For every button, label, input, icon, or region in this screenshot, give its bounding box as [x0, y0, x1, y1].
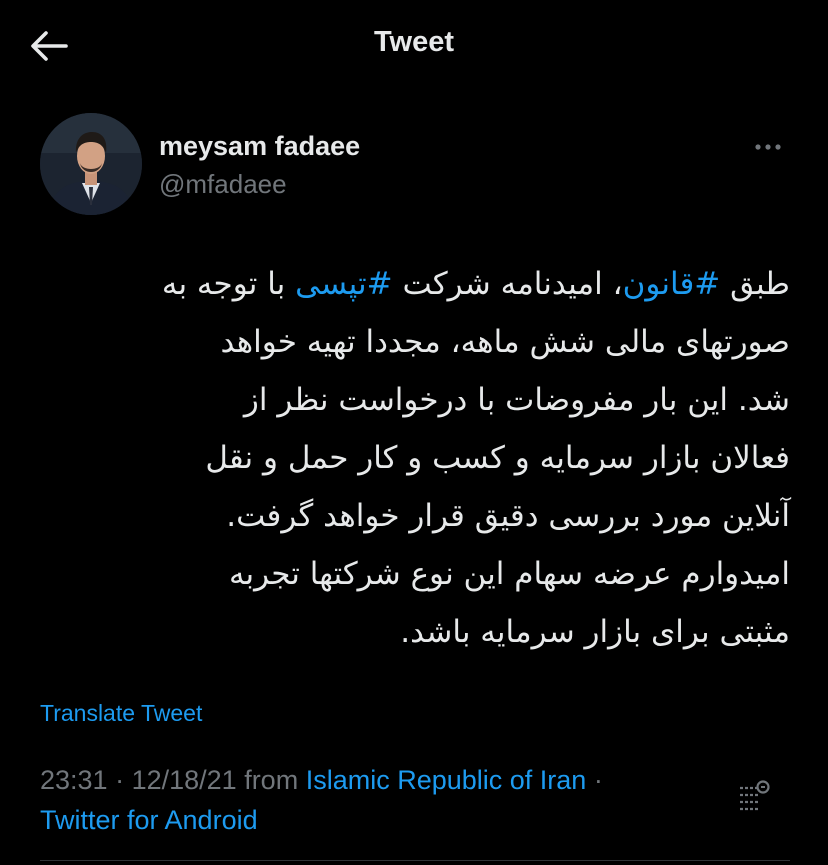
tweet-text-segment: با توجه به — [161, 266, 296, 302]
hashtag-link[interactable]: #تپسی — [295, 266, 392, 302]
tweet-time[interactable]: 23:31 — [40, 765, 108, 795]
tweet-text-segment: طبق — [720, 266, 790, 302]
author-handle[interactable]: @mfadaee — [159, 169, 287, 200]
tweet-text: طبق #قانون، امیدنامه شرکت #تپسی با توجه … — [40, 255, 790, 661]
page-title: Tweet — [373, 26, 455, 58]
avatar[interactable] — [40, 113, 142, 215]
tweet-line: آنلاین مورد بررسی دقیق قرار خواهد گرفت. — [226, 498, 790, 534]
tweet-analytics-button[interactable] — [734, 779, 774, 819]
location-link[interactable]: Islamic Republic of Iran — [306, 765, 587, 795]
meta-separator: · — [107, 765, 132, 795]
tweet-line: شد. این بار مفروضات با درخواست نظر از — [243, 382, 790, 418]
translate-tweet-link[interactable]: Translate Tweet — [40, 700, 202, 727]
top-bar: Tweet — [0, 0, 828, 92]
tweet-metadata: 23:31 · 12/18/21 from Islamic Republic o… — [40, 760, 680, 840]
tweet-analytics-icon — [740, 780, 770, 811]
more-options-button[interactable] — [748, 134, 788, 160]
tweet-text-segment: ، امیدنامه شرکت — [392, 266, 623, 302]
from-label: from — [236, 765, 306, 795]
tweet-line: مثبتی برای بازار سرمایه باشد. — [400, 614, 790, 650]
tweet-date[interactable]: 12/18/21 — [132, 765, 237, 795]
tweet-line: صورتهای مالی شش ماهه، مجددا تهیه خواهد — [220, 324, 790, 360]
meta-separator: · — [586, 765, 603, 795]
author-name[interactable]: meysam fadaee — [159, 131, 360, 162]
profile-photo — [40, 113, 142, 215]
hashtag-link[interactable]: #قانون — [623, 266, 721, 302]
divider — [40, 860, 790, 861]
tweet-line: طبق #قانون، امیدنامه شرکت #تپسی با توجه … — [40, 255, 790, 313]
tweet-line: امیدوارم عرضه سهام این نوع شرکتها تجربه — [228, 556, 790, 592]
tweet-line: فعالان بازار سرمایه و کسب و کار حمل و نق… — [205, 440, 790, 476]
more-horizontal-icon — [755, 144, 781, 150]
source-app-link[interactable]: Twitter for Android — [40, 805, 258, 835]
